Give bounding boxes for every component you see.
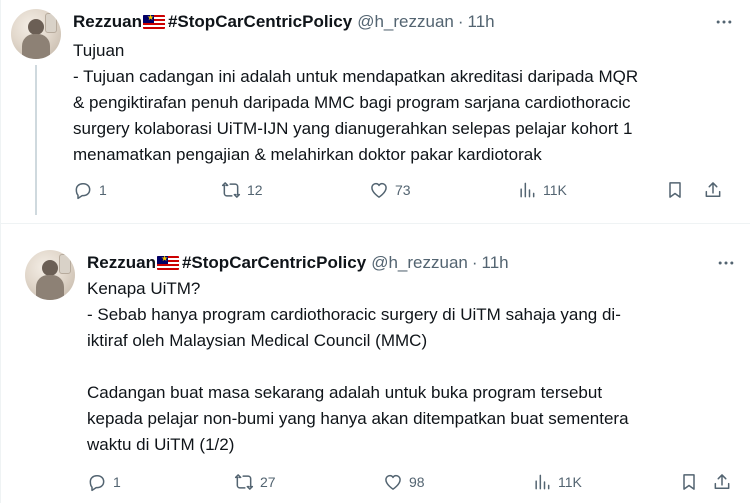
repost-count: 27: [260, 474, 276, 490]
more-icon[interactable]: [714, 252, 738, 274]
like-button[interactable]: 73: [369, 180, 411, 200]
like-count: 73: [395, 182, 411, 198]
timestamp[interactable]: 11h: [468, 11, 495, 33]
repost-button[interactable]: 12: [221, 180, 263, 200]
reply-button[interactable]: 1: [73, 180, 107, 200]
display-name-hashtag[interactable]: #StopCarCentricPolicy: [182, 252, 366, 274]
share-icon: [714, 474, 730, 489]
repost-button[interactable]: 27: [234, 472, 276, 492]
separator-dot: ·: [457, 12, 464, 31]
tweet-content: Rezzuan ★ #StopCarCentricPolicy @h_rezzu…: [87, 252, 738, 458]
thread-connector-line: [35, 65, 37, 215]
views-count: 11K: [558, 474, 582, 490]
user-handle[interactable]: @h_rezzuan: [371, 252, 468, 274]
avatar-head-shape: [28, 19, 44, 35]
tweet-actions: 1 12 73 11K: [73, 178, 736, 202]
repost-icon: [221, 182, 241, 198]
malaysia-flag-icon: ★: [142, 15, 165, 29]
share-icon: [705, 182, 721, 197]
avatar-head-shape: [42, 260, 58, 276]
tweet-text: Tujuan - Tujuan cadangan ini adalah untu…: [73, 41, 639, 164]
avatar-glass-shape: [45, 13, 57, 33]
views-button[interactable]: 11K: [532, 472, 582, 492]
tweet-2[interactable]: Rezzuan ★ #StopCarCentricPolicy @h_rezzu…: [0, 235, 750, 503]
heart-icon: [385, 474, 401, 490]
timestamp[interactable]: 11h: [482, 252, 509, 274]
like-count: 98: [409, 474, 425, 490]
reply-icon: [89, 475, 105, 492]
tweet-header: Rezzuan ★ #StopCarCentricPolicy @h_rezzu…: [87, 252, 738, 274]
heart-icon: [371, 182, 387, 198]
share-button[interactable]: [712, 472, 732, 492]
reply-icon: [75, 183, 91, 200]
user-handle[interactable]: @h_rezzuan: [357, 11, 454, 33]
tweet-header: Rezzuan ★ #StopCarCentricPolicy @h_rezzu…: [73, 11, 736, 33]
bookmark-icon: [683, 474, 695, 490]
bookmark-button[interactable]: [679, 472, 699, 492]
share-button[interactable]: [703, 180, 723, 200]
tweet-divider: [0, 223, 750, 235]
bookmark-button[interactable]: [665, 180, 685, 200]
avatar[interactable]: [11, 9, 61, 59]
reply-button[interactable]: 1: [87, 472, 121, 492]
analytics-icon: [535, 474, 550, 490]
avatar-glass-shape: [59, 254, 71, 274]
tweet-1[interactable]: Rezzuan ★ #StopCarCentricPolicy @h_rezzu…: [0, 0, 750, 223]
separator-dot: ·: [471, 253, 478, 272]
malaysia-flag-icon: ★: [156, 256, 179, 270]
more-icon[interactable]: [712, 11, 736, 33]
reply-count: 1: [113, 474, 121, 490]
bookmark-icon: [669, 182, 681, 198]
views-button[interactable]: 11K: [517, 180, 567, 200]
analytics-icon: [520, 182, 535, 198]
repost-count: 12: [247, 182, 263, 198]
views-count: 11K: [543, 182, 567, 198]
display-name-hashtag[interactable]: #StopCarCentricPolicy: [168, 11, 352, 33]
repost-icon: [234, 474, 254, 490]
like-button[interactable]: 98: [383, 472, 425, 492]
avatar-body-shape: [22, 34, 50, 59]
avatar[interactable]: [25, 250, 75, 300]
avatar-body-shape: [36, 275, 64, 300]
tweet-actions: 1 27 98 11K: [87, 470, 738, 494]
tweet-content: Rezzuan ★ #StopCarCentricPolicy @h_rezzu…: [73, 11, 736, 168]
display-name[interactable]: Rezzuan: [87, 252, 156, 274]
reply-count: 1: [99, 182, 107, 198]
tweet-text: Kenapa UiTM? - Sebab hanya program cardi…: [87, 279, 629, 454]
display-name[interactable]: Rezzuan: [73, 11, 142, 33]
